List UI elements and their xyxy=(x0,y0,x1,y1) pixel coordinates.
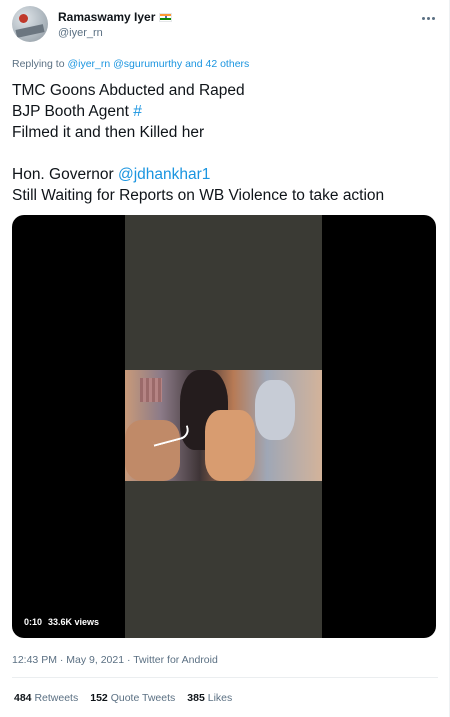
tweet-header: Ramaswamy Iyer @iyer_rn xyxy=(12,6,438,46)
tweet-detail: Ramaswamy Iyer @iyer_rn Replying to @iye… xyxy=(0,0,450,717)
video-frame xyxy=(125,370,322,481)
hashtag-link[interactable]: # xyxy=(133,103,142,120)
video-info: 0:10 33.6K views xyxy=(24,617,99,627)
reply-mentions[interactable]: @iyer_rn @sgurumurthy xyxy=(67,58,182,70)
quotes-count: 152 xyxy=(90,692,108,704)
likes-stat[interactable]: 385 Likes xyxy=(187,692,232,704)
tweet-line-5: Hon. Governor @jdhankhar1 xyxy=(12,164,438,185)
author-name-row: Ramaswamy Iyer xyxy=(58,10,173,24)
tweet-line-2: BJP Booth Agent # xyxy=(12,101,438,122)
tweet-line-1: TMC Goons Abducted and Raped xyxy=(12,82,245,99)
pixelated-face xyxy=(140,378,162,402)
retweets-count: 484 xyxy=(14,692,32,704)
avatar-dot xyxy=(19,14,28,23)
video-views: 33.6K views xyxy=(48,617,100,627)
likes-count: 385 xyxy=(187,692,205,704)
tweet-line-6: Still Waiting for Reports on WB Violence… xyxy=(12,187,385,204)
governor-mention-link[interactable]: @jdhankhar1 xyxy=(118,166,210,183)
retweets-stat[interactable]: 484 Retweets xyxy=(14,692,78,704)
avatar[interactable] xyxy=(12,6,48,42)
reply-prefix: Replying to xyxy=(12,58,65,70)
video-duration: 0:10 xyxy=(24,617,43,627)
more-options-icon[interactable] xyxy=(418,10,438,26)
tweet-line-2-text: BJP Booth Agent xyxy=(12,103,129,120)
avatar-stripe xyxy=(15,24,45,38)
divider xyxy=(12,677,438,678)
retweets-label: Retweets xyxy=(34,692,79,704)
author-display-name[interactable]: Ramaswamy Iyer xyxy=(58,10,155,24)
quotes-label: Quote Tweets xyxy=(110,692,176,704)
reply-others[interactable]: and 42 others xyxy=(185,58,249,70)
video-player[interactable]: 0:10 33.6K views xyxy=(12,215,436,638)
tweet-text: TMC Goons Abducted and Raped BJP Booth A… xyxy=(12,80,438,206)
likes-label: Likes xyxy=(207,692,233,704)
author-handle[interactable]: @iyer_rn xyxy=(58,27,103,39)
tweet-line-3: Filmed it and then Killed her xyxy=(12,124,205,141)
india-flag-icon xyxy=(159,12,173,22)
tweet-timestamp[interactable]: 12:43 PM · May 9, 2021 · Twitter for And… xyxy=(12,654,218,666)
engagement-stats: 484 Retweets 152 Quote Tweets 385 Likes xyxy=(14,692,232,704)
quotes-stat[interactable]: 152 Quote Tweets xyxy=(90,692,175,704)
tweet-line-5-text: Hon. Governor xyxy=(12,166,114,183)
reply-context: Replying to @iyer_rn @sgurumurthy and 42… xyxy=(12,58,249,70)
